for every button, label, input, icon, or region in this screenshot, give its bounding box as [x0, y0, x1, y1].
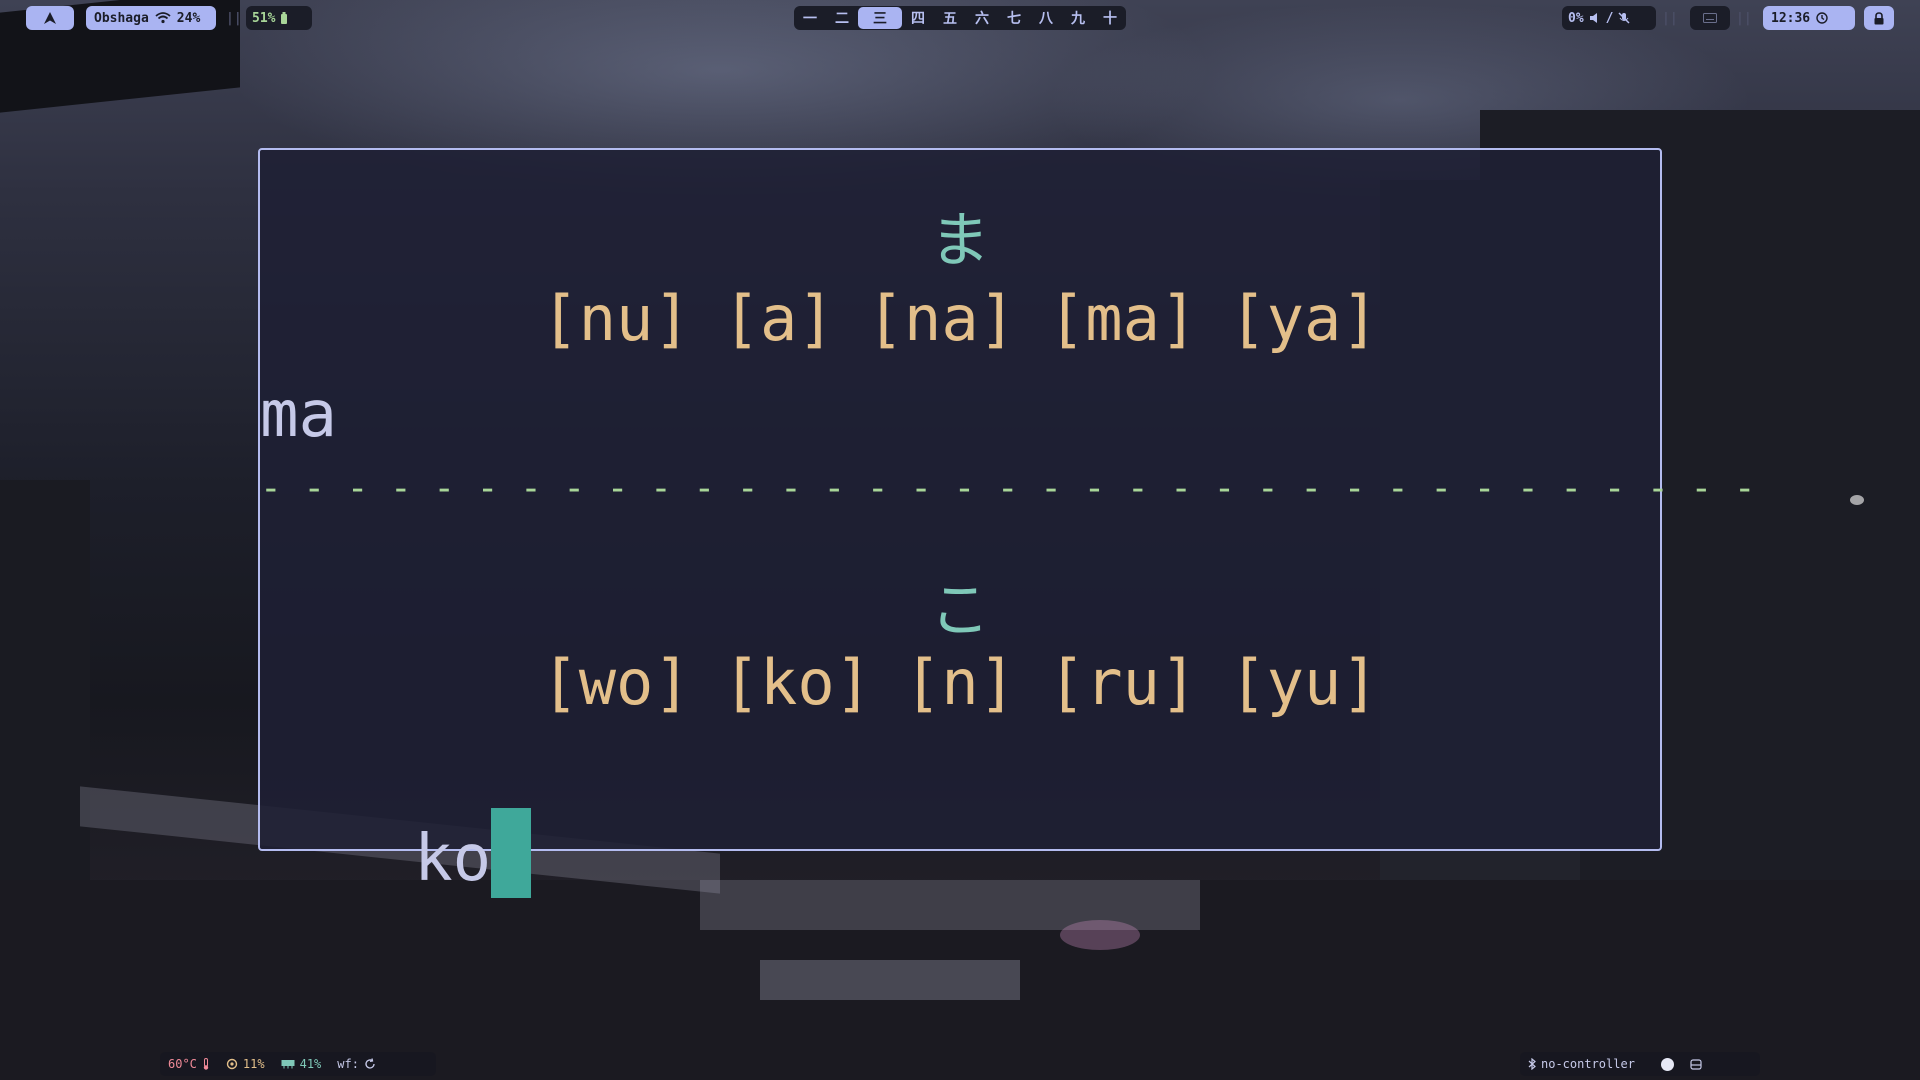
arch-logo-icon — [44, 12, 56, 24]
bar-separator: || — [1736, 10, 1752, 26]
question-2-kana: こ — [930, 576, 990, 646]
network-widget[interactable]: Obshaga 24% — [86, 6, 216, 30]
tray-icon — [1690, 1058, 1702, 1070]
workspace-switcher: 一二三四五六七八九十 — [794, 6, 1126, 30]
divider: - - - - - - - - - - - - - - - - - - - - … — [260, 468, 1756, 509]
text-cursor — [491, 808, 532, 898]
workspace-8[interactable]: 八 — [1030, 7, 1062, 29]
refresh-icon — [365, 1058, 375, 1069]
question-2-input: ko — [414, 822, 492, 896]
workspace-5[interactable]: 五 — [934, 7, 966, 29]
question-1-kana: ま — [930, 206, 990, 276]
memory-widget[interactable]: 41% — [281, 1057, 322, 1071]
lock-button[interactable] — [1864, 6, 1894, 30]
audio-widget[interactable]: 0% / — [1562, 6, 1656, 30]
workspace-7[interactable]: 七 — [998, 7, 1030, 29]
clock-time: 12:36 — [1771, 10, 1811, 26]
bar-separator: || — [226, 10, 242, 26]
option-item: [ma] — [1047, 282, 1198, 355]
mic-muted-icon — [1618, 12, 1631, 24]
input-line[interactable]: ko — [260, 734, 1660, 972]
launcher-button[interactable] — [26, 6, 74, 30]
device-status: no-controller — [1520, 1052, 1760, 1076]
tray-widget[interactable] — [1690, 6, 1730, 30]
wf-label: wf: — [337, 1057, 359, 1071]
option-item: [wo] — [541, 646, 691, 719]
option-item: [ru] — [1047, 646, 1198, 719]
option-item: [a] — [722, 282, 835, 355]
cpu-widget[interactable]: 11% — [226, 1057, 265, 1071]
cpu-icon — [226, 1058, 238, 1070]
battery-icon — [281, 12, 288, 24]
clock-widget[interactable]: 12:36 — [1763, 6, 1855, 30]
thermometer-icon — [203, 1058, 209, 1070]
bluetooth-icon — [1528, 1058, 1536, 1070]
system-stats: 60°C 11% 41% wf: — [160, 1052, 436, 1076]
extra-widget[interactable] — [1690, 1058, 1702, 1070]
toggle-widget[interactable] — [1651, 1057, 1674, 1071]
question-1-answer: ma — [260, 378, 338, 452]
question-1-options: [nu] [a] [na] [ma] [ya] — [260, 282, 1660, 355]
memory-value: 41% — [299, 1057, 322, 1071]
circle-icon — [1660, 1057, 1674, 1071]
terminal-window[interactable]: ま [nu] [a] [na] [ma] [ya] ma - - - - - - - -… — [258, 148, 1756, 898]
network-signal: 24% — [176, 10, 201, 26]
question-2-options: [wo] [ko] [n] [ru] [yu] — [260, 646, 1660, 719]
memory-icon — [281, 1060, 295, 1069]
lock-icon — [1874, 11, 1884, 24]
workspace-1[interactable]: 一 — [794, 7, 826, 29]
workspace-4[interactable]: 四 — [902, 7, 934, 29]
keyboard-icon — [1703, 13, 1717, 23]
bar-separator: || — [1662, 10, 1678, 26]
volume-value: 0% — [1568, 10, 1584, 26]
option-item: [n] — [904, 646, 1016, 719]
wifi-icon — [155, 12, 171, 24]
speaker-icon — [1589, 13, 1597, 23]
wf-widget[interactable]: wf: — [337, 1057, 376, 1071]
temp-value: 60°C — [168, 1057, 197, 1071]
bottom-bar: 60°C 11% 41% wf: no-controller — [0, 1052, 1920, 1076]
workspace-3[interactable]: 三 — [858, 7, 902, 29]
workspace-6[interactable]: 六 — [966, 7, 998, 29]
battery-value: 51% — [252, 10, 276, 26]
option-item: [yu] — [1229, 646, 1379, 719]
option-item: [ya] — [1229, 282, 1379, 355]
battery-widget[interactable]: 51% — [246, 6, 312, 30]
option-item: [na] — [866, 282, 1016, 355]
workspace-9[interactable]: 九 — [1062, 7, 1094, 29]
option-item: [nu] — [541, 282, 691, 355]
workspace-2[interactable]: 二 — [826, 7, 858, 29]
clock-icon — [1816, 12, 1828, 24]
workspace-10[interactable]: 十 — [1094, 7, 1126, 29]
option-item: [ko] — [722, 646, 872, 719]
top-bar: Obshaga 24% || 51% 一二三四五六七八九十 0% / || ||… — [0, 4, 1920, 30]
network-name: Obshaga — [94, 10, 149, 26]
controller-value: no-controller — [1541, 1057, 1635, 1071]
volume-slash: / — [1605, 10, 1614, 26]
controller-widget[interactable]: no-controller — [1528, 1057, 1635, 1071]
temp-widget[interactable]: 60°C — [168, 1057, 210, 1071]
cpu-value: 11% — [242, 1057, 265, 1071]
